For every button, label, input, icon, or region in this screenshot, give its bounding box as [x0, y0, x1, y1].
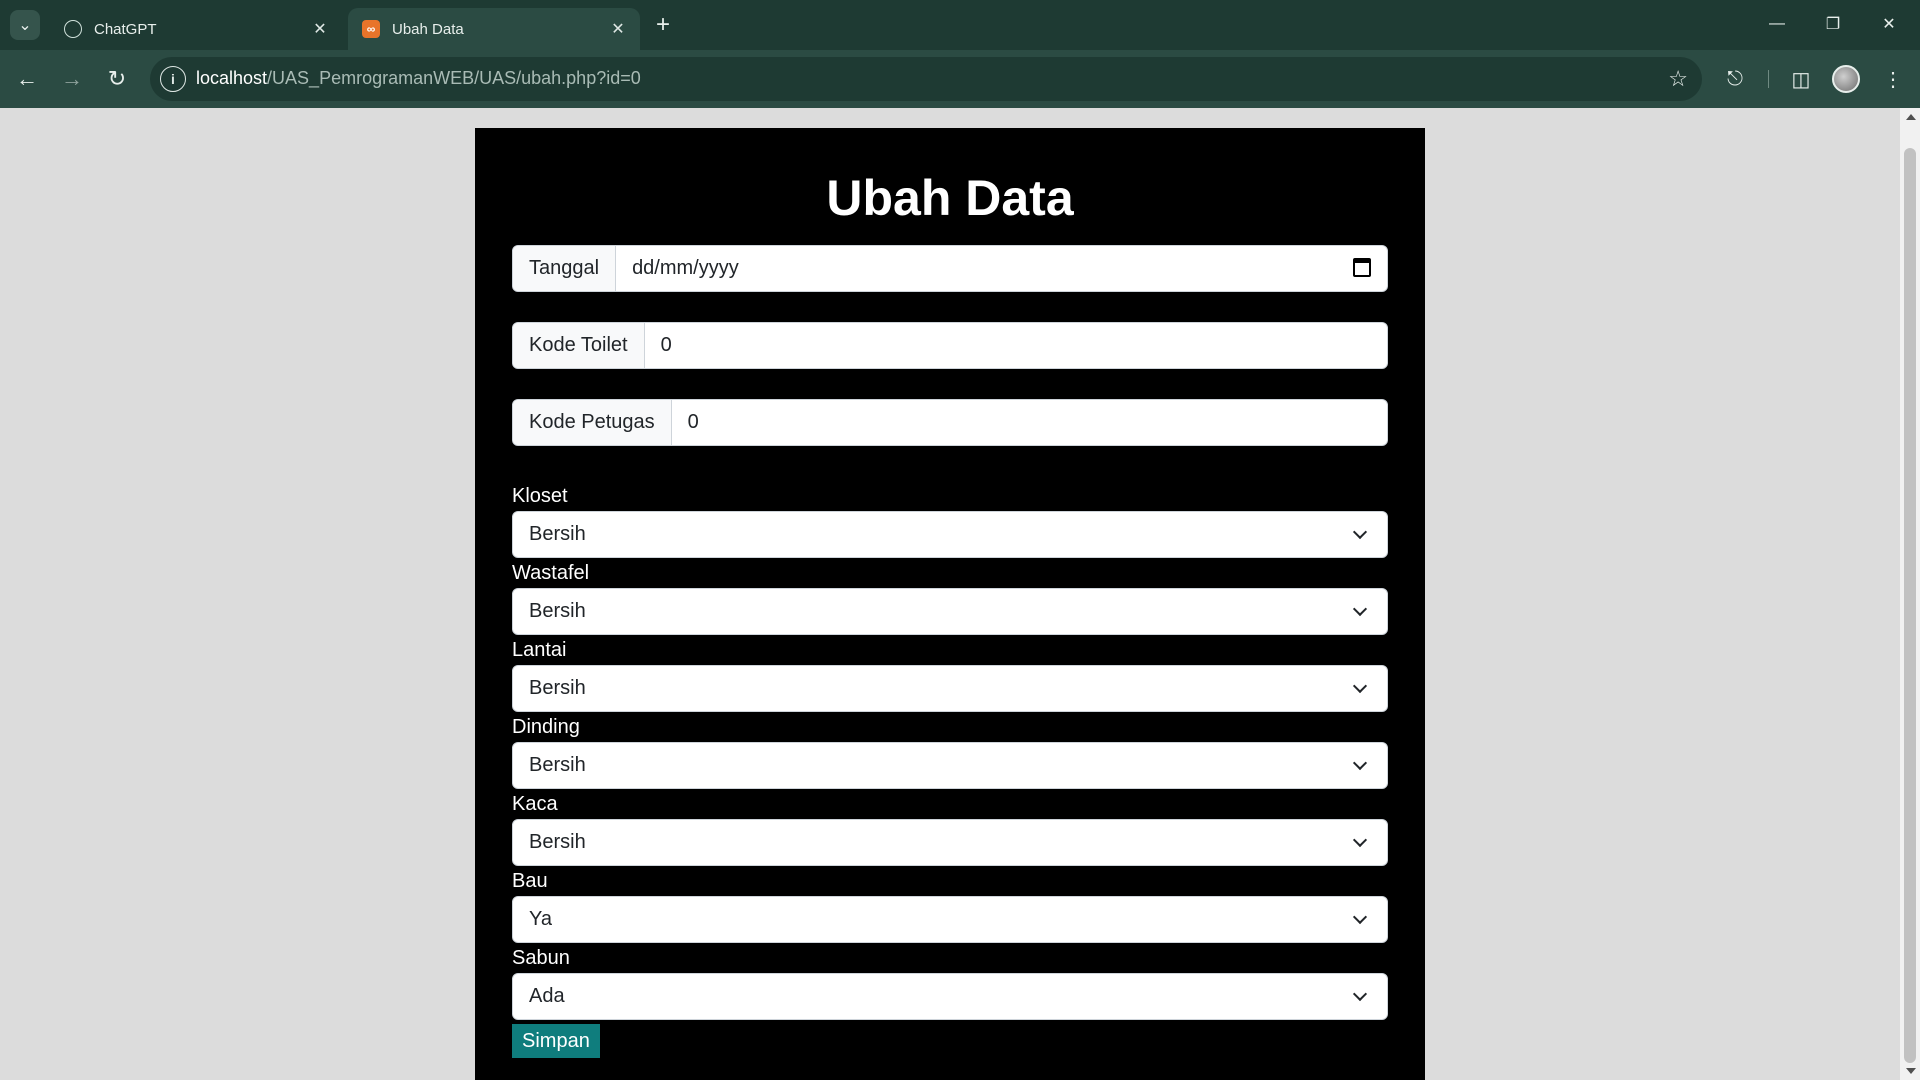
page-viewport: Ubah Data Tanggal dd/mm/yyyy Kode Toilet…	[0, 108, 1900, 1080]
bookmark-star-icon[interactable]: ☆	[1668, 66, 1688, 92]
page-title: Ubah Data	[826, 170, 1074, 226]
site-info-icon[interactable]: i	[160, 66, 186, 92]
side-panel-icon[interactable]: ◫	[1784, 62, 1818, 96]
field-dinding: Dinding Bersih	[512, 712, 1388, 789]
tab-strip: ⌄ ChatGPT ✕ ∞ Ubah Data ✕ + — ❐ ✕	[0, 0, 1920, 50]
tab-search-button[interactable]: ⌄	[10, 10, 40, 40]
back-button[interactable]: ←	[10, 62, 44, 96]
minimize-button[interactable]: —	[1754, 8, 1800, 40]
sabun-label: Sabun	[512, 947, 570, 969]
form-card: Ubah Data Tanggal dd/mm/yyyy Kode Toilet…	[475, 128, 1425, 1080]
extensions-icon[interactable]: ⎋	[1718, 62, 1752, 96]
chevron-down-icon	[1352, 678, 1368, 694]
chevron-down-icon	[1352, 909, 1368, 925]
new-tab-button[interactable]: +	[650, 11, 676, 38]
address-bar[interactable]: i localhost/UAS_PemrogramanWEB/UAS/ubah.…	[150, 57, 1702, 101]
tanggal-label: Tanggal	[513, 246, 617, 291]
kaca-label: Kaca	[512, 793, 558, 815]
close-icon[interactable]: ✕	[310, 19, 330, 39]
bau-label: Bau	[512, 870, 548, 892]
tab-title: Ubah Data	[392, 20, 464, 38]
kode-petugas-label: Kode Petugas	[513, 400, 672, 445]
menu-kebab-icon[interactable]: ⋮	[1876, 62, 1910, 96]
kode-petugas-input[interactable]: 0	[672, 400, 1387, 445]
field-bau: Bau Ya	[512, 866, 1388, 943]
page-scrollbar[interactable]	[1900, 108, 1920, 1080]
dinding-label: Dinding	[512, 716, 580, 738]
dinding-select[interactable]: Bersih	[512, 742, 1388, 789]
field-kaca: Kaca Bersih	[512, 789, 1388, 866]
chevron-down-icon	[1352, 601, 1368, 617]
reload-button[interactable]: ↻	[100, 62, 134, 96]
window-close-button[interactable]: ✕	[1866, 8, 1912, 40]
arrow-right-icon: →	[61, 66, 83, 91]
bau-select[interactable]: Ya	[512, 896, 1388, 943]
field-sabun: Sabun Ada	[512, 943, 1388, 1020]
input-group-tanggal: Tanggal dd/mm/yyyy	[512, 245, 1388, 292]
tab-ubah-data[interactable]: ∞ Ubah Data ✕	[348, 8, 640, 50]
wastafel-select[interactable]: Bersih	[512, 588, 1388, 635]
calendar-icon[interactable]	[1353, 258, 1371, 277]
tab-chatgpt[interactable]: ChatGPT ✕	[50, 8, 342, 50]
kaca-select[interactable]: Bersih	[512, 819, 1388, 866]
input-group-kode-petugas: Kode Petugas 0	[512, 399, 1388, 446]
wastafel-label: Wastafel	[512, 562, 590, 584]
browser-toolbar: ← → ↻ i localhost/UAS_PemrogramanWEB/UAS…	[0, 50, 1920, 108]
kloset-select[interactable]: Bersih	[512, 511, 1388, 558]
chevron-down-icon: ⌄	[18, 17, 32, 34]
tab-title: ChatGPT	[94, 20, 157, 38]
field-wastafel: Wastafel Bersih	[512, 558, 1388, 635]
tanggal-date-input[interactable]: dd/mm/yyyy	[616, 246, 1387, 291]
profile-avatar[interactable]	[1832, 65, 1860, 93]
url-text[interactable]: localhost/UAS_PemrogramanWEB/UAS/ubah.ph…	[196, 68, 641, 89]
scroll-thumb[interactable]	[1904, 148, 1916, 1063]
field-kloset: Kloset Bersih	[512, 481, 1388, 558]
chatgpt-icon	[64, 20, 82, 38]
kode-toilet-input[interactable]: 0	[645, 323, 1387, 368]
scroll-up-arrow-icon[interactable]	[1906, 114, 1916, 120]
chevron-down-icon	[1352, 755, 1368, 771]
toolbar-divider	[1768, 70, 1769, 88]
simpan-button[interactable]: Simpan	[512, 1024, 600, 1058]
chevron-down-icon	[1352, 986, 1368, 1002]
kloset-label: Kloset	[512, 485, 568, 507]
lantai-label: Lantai	[512, 639, 567, 661]
lantai-select[interactable]: Bersih	[512, 665, 1388, 712]
forward-button[interactable]: →	[55, 62, 89, 96]
kode-toilet-label: Kode Toilet	[513, 323, 645, 368]
chevron-down-icon	[1352, 524, 1368, 540]
close-icon[interactable]: ✕	[608, 19, 628, 39]
input-group-kode-toilet: Kode Toilet 0	[512, 322, 1388, 369]
sabun-select[interactable]: Ada	[512, 973, 1388, 1020]
xampp-icon: ∞	[362, 20, 380, 38]
chevron-down-icon	[1352, 832, 1368, 848]
reload-icon: ↻	[107, 66, 127, 91]
restore-button[interactable]: ❐	[1810, 8, 1856, 40]
scroll-down-arrow-icon[interactable]	[1906, 1068, 1916, 1074]
arrow-left-icon: ←	[16, 66, 38, 91]
field-lantai: Lantai Bersih	[512, 635, 1388, 712]
